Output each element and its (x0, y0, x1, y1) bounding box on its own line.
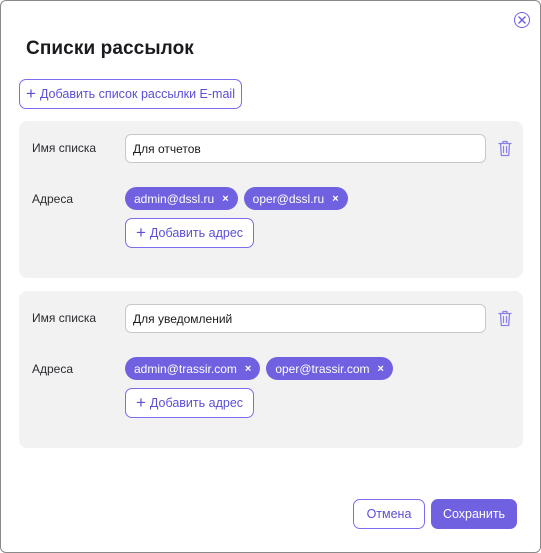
remove-address-icon[interactable]: × (245, 363, 251, 375)
remove-address-icon[interactable]: × (378, 363, 384, 375)
list-name-label: Имя списка (32, 141, 97, 155)
list-name-label: Имя списка (32, 311, 97, 325)
add-address-button[interactable]: + Добавить адрес (125, 218, 254, 248)
add-email-list-label: Добавить список рассылки E-mail (39, 87, 235, 101)
address-chip: oper@trassir.com × (266, 357, 393, 380)
close-icon[interactable] (514, 12, 530, 28)
add-address-button[interactable]: + Добавить адрес (125, 388, 254, 418)
address-chip-text: oper@dssl.ru (252, 191, 325, 206)
plus-icon: + (135, 393, 146, 412)
plus-icon: + (26, 84, 36, 103)
address-chips: admin@dssl.ru × oper@dssl.ru × (125, 187, 348, 210)
add-address-label: Добавить адрес (149, 396, 244, 410)
address-chip: oper@dssl.ru × (243, 187, 348, 210)
remove-address-icon[interactable]: × (332, 193, 338, 205)
remove-address-icon[interactable]: × (222, 193, 228, 205)
mailing-lists-dialog: Списки рассылок + Добавить список рассыл… (0, 0, 541, 553)
address-chip: admin@trassir.com × (125, 357, 261, 380)
plus-icon: + (135, 223, 146, 242)
cancel-button[interactable]: Отмена (353, 499, 425, 529)
list-name-input[interactable] (125, 304, 486, 333)
addresses-label: Адреса (32, 362, 74, 376)
address-chips: admin@trassir.com × oper@trassir.com × (125, 357, 393, 380)
address-chip-text: admin@trassir.com (134, 361, 237, 376)
addresses-label: Адреса (32, 192, 74, 206)
trash-icon[interactable] (498, 140, 512, 157)
save-button[interactable]: Сохранить (431, 499, 517, 529)
mailing-list-card: Имя списка Адреса admin@trassir.com × op… (19, 291, 523, 448)
address-chip-text: oper@trassir.com (275, 361, 370, 376)
add-address-label: Добавить адрес (149, 226, 244, 240)
dialog-title: Списки рассылок (26, 38, 194, 59)
address-chip: admin@dssl.ru × (125, 187, 238, 210)
add-email-list-button[interactable]: + Добавить список рассылки E-mail (19, 79, 242, 109)
trash-icon[interactable] (498, 310, 512, 327)
mailing-list-card: Имя списка Адреса admin@dssl.ru × oper@d… (19, 121, 523, 278)
list-name-input[interactable] (125, 134, 486, 163)
address-chip-text: admin@dssl.ru (134, 191, 215, 206)
